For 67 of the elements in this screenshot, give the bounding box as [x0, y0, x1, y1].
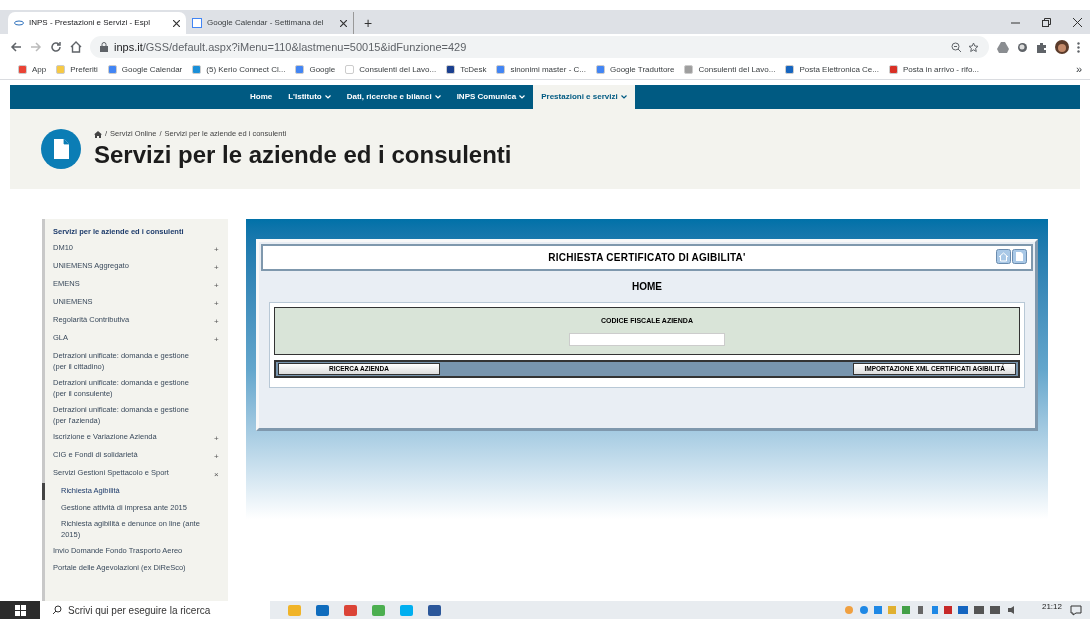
chevron-icon [519, 95, 526, 99]
bookmark[interactable]: TcDesk [446, 63, 487, 76]
bookmark[interactable]: (5) Kerio Connect Cl... [192, 63, 286, 76]
chevron-icon [620, 95, 627, 99]
url-text: inps.it/GSS/default.aspx?iMenu=110&lastmenu=50015&idFunzione=429 [114, 39, 467, 55]
bookmark[interactable]: Consulenti del Lavo... [345, 63, 437, 76]
toggle-sign[interactable]: + [214, 297, 224, 310]
bookmark[interactable]: Posta Elettronica Ce... [785, 63, 879, 76]
bookmark[interactable]: Google Traduttore [595, 63, 675, 76]
clock[interactable]: 21:12 [1033, 601, 1070, 613]
restore-icon[interactable] [1042, 17, 1051, 27]
search-icon [52, 605, 62, 615]
nav-item[interactable]: Home [242, 85, 281, 109]
close-icon[interactable] [173, 19, 180, 27]
ring-icon [14, 18, 24, 28]
bookmark[interactable]: Google [295, 63, 336, 76]
reload-icon[interactable] [50, 41, 62, 53]
close-icon[interactable] [340, 19, 347, 27]
toggle-sign[interactable]: + [214, 279, 224, 292]
browser-tab[interactable]: INPS - Prestazioni e Servizi - Espl [8, 12, 186, 34]
taskbar-app-icon[interactable] [344, 604, 357, 616]
back-icon[interactable] [10, 41, 22, 53]
calendar-icon [192, 18, 202, 28]
bookmark[interactable]: Posta in arrivo - rifo... [889, 63, 979, 76]
toggle-sign[interactable]: + [214, 261, 224, 274]
document-icon [41, 129, 81, 169]
home-icon[interactable] [94, 130, 102, 138]
taskbar-app-icon[interactable] [428, 604, 441, 616]
more-bookmarks[interactable]: » [1075, 61, 1082, 78]
section-heading: HOME [631, 280, 663, 294]
app-title: RICHIESTA CERTIFICATO DI AGIBILITA' [548, 251, 746, 265]
toggle-sign[interactable]: + [214, 243, 224, 256]
star-icon[interactable] [968, 41, 979, 53]
bookmark[interactable]: App [18, 63, 47, 76]
menu-icon[interactable] [1077, 41, 1080, 53]
toggle-sign[interactable]: + [214, 450, 224, 463]
address-bar[interactable]: inps.it/GSS/default.aspx?iMenu=110&lastmenu=50015&idFunzione=429 [90, 36, 989, 58]
home-icon[interactable] [70, 41, 82, 53]
document-icon[interactable] [1012, 249, 1027, 264]
taskbar-search[interactable]: Scrivi qui per eseguire la ricerca [40, 601, 270, 619]
chevron-icon [324, 95, 331, 99]
chevron-icon [434, 95, 441, 99]
avatar-icon[interactable] [1055, 40, 1069, 54]
lock-icon [100, 42, 108, 52]
nav-item[interactable]: INPS Comunica [448, 85, 534, 109]
nav-item[interactable]: Dati, ricerche e bilanci [338, 85, 449, 109]
bookmark[interactable]: sinonimi master - C... [496, 63, 586, 76]
toggle-sign[interactable]: + [214, 315, 224, 328]
windows-icon[interactable] [14, 604, 26, 616]
page-title: Servizi per le aziende ed i consulenti [94, 139, 512, 170]
taskbar-app-icon[interactable] [316, 604, 329, 616]
extensions-icon[interactable] [1036, 41, 1047, 53]
bookmark[interactable]: Google Calendar [107, 63, 183, 76]
zoom-icon[interactable] [951, 41, 962, 53]
notifications-icon[interactable] [1070, 604, 1082, 616]
nav-item[interactable]: L'Istituto [280, 85, 339, 109]
toggle-sign[interactable]: + [214, 432, 224, 445]
nav-item[interactable]: Prestazioni e servizi [533, 85, 635, 109]
close-icon[interactable] [1073, 17, 1082, 27]
tax-code-field[interactable] [569, 332, 725, 346]
circle-icon[interactable] [1017, 41, 1028, 53]
toggle-sign[interactable]: + [214, 333, 224, 346]
bookmark[interactable]: Preferiti [56, 63, 98, 76]
bookmark[interactable]: Consulenti del Lavo... [684, 63, 776, 76]
selection-bar [42, 483, 45, 500]
toggle-sign[interactable]: × [214, 468, 224, 481]
new-tab-button[interactable]: + [354, 12, 383, 34]
